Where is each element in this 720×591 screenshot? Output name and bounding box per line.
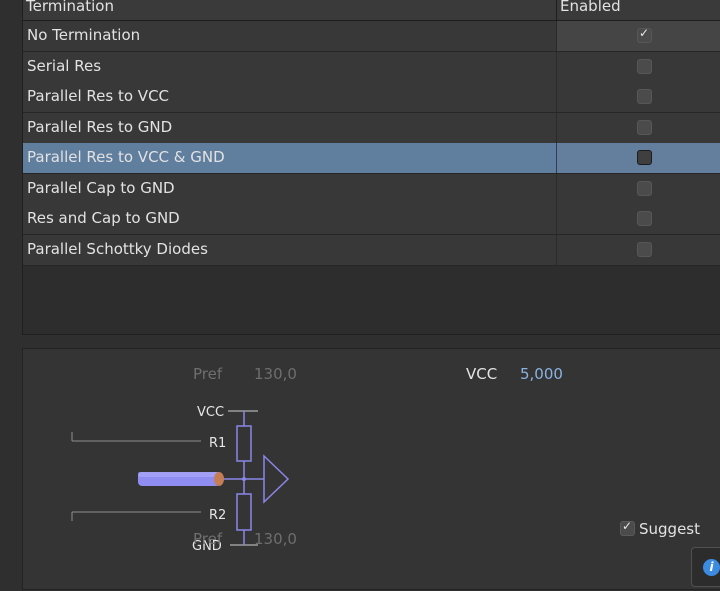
info-icon: i [703,559,720,576]
table-row[interactable]: Parallel Schottky Diodes [23,234,720,266]
termination-label: Serial Res [27,56,102,75]
enabled-cell [556,51,720,82]
enabled-cell: ✓ [556,21,720,51]
enabled-cell [556,112,720,143]
vcc-value[interactable]: 5,000 [520,365,563,383]
receiver-buffer [263,454,290,504]
enabled-cell [556,82,720,112]
table-row[interactable]: Parallel Res to GND [23,112,720,144]
table-row[interactable]: Parallel Res to VCC [23,82,720,113]
enabled-checkbox[interactable]: ✓ [637,26,652,43]
enabled-checkbox[interactable] [637,180,652,196]
column-header-enabled[interactable]: Enabled [560,0,621,15]
pref-bottom-value[interactable]: 130,0 [254,530,297,548]
enabled-cell [556,204,720,234]
table-header: Termination Enabled [23,0,720,21]
r2-label: R2 [209,508,226,523]
suggest-checkbox[interactable]: ✓ Suggest [620,519,700,538]
enabled-checkbox[interactable] [637,89,652,104]
enabled-cell [556,173,720,204]
column-header-termination[interactable]: Termination [26,0,114,15]
table-row[interactable]: Parallel Res to VCC & GND [23,143,720,174]
enabled-checkbox[interactable] [637,58,652,74]
table-row[interactable]: Res and Cap to GND [23,204,720,235]
table-row[interactable]: Parallel Cap to GND [23,173,720,205]
termination-label: Parallel Res to GND [27,117,173,136]
vcc-label: VCC [466,365,498,383]
column-separator[interactable] [556,0,557,20]
pref-bottom-label: Pref [193,530,223,548]
enabled-checkbox[interactable] [637,119,652,135]
termination-label: Parallel Schottky Diodes [27,239,208,258]
cable-connector [214,472,224,486]
termination-label: Parallel Res to VCC & GND [27,148,225,166]
r1-label: R1 [209,436,226,451]
termination-preview-panel: Pref 130,0 VCC 5,000 VCC R1 R2 GND Pref … [22,348,720,590]
resistor-r2 [236,493,252,531]
termination-label: No Termination [27,26,141,44]
junction-dot [242,477,246,481]
info-button[interactable]: i [691,547,720,587]
vcc-node-label: VCC [197,405,224,420]
enabled-cell [556,234,720,265]
table-row[interactable]: Serial Res [23,51,720,83]
enabled-cell [556,143,720,173]
termination-schematic: VCC R1 R2 GND [71,405,290,554]
check-icon: ✓ [622,519,633,533]
termination-label: Parallel Res to VCC [27,87,170,105]
enabled-checkbox[interactable] [637,241,652,257]
suggest-check-box[interactable]: ✓ [620,519,635,536]
termination-table: Termination Enabled No Termination ✓ Seria… [22,0,720,335]
check-icon: ✓ [639,26,650,40]
termination-label: Parallel Cap to GND [27,178,175,197]
suggest-label: Suggest [639,520,700,538]
table-row[interactable]: No Termination ✓ [23,21,720,52]
enabled-checkbox[interactable] [637,211,652,226]
enabled-checkbox[interactable] [637,150,652,165]
termination-label: Res and Cap to GND [27,209,180,227]
resistor-r1 [236,425,252,462]
